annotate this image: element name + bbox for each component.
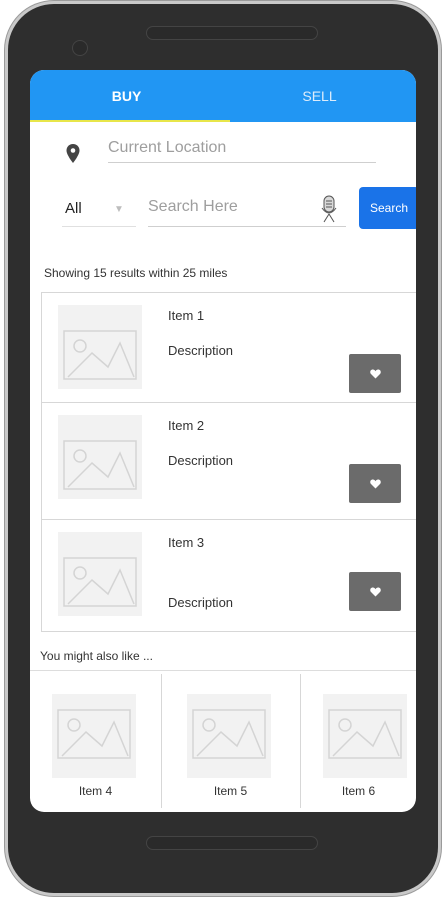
list-item[interactable]: Item 2 Description xyxy=(42,402,416,512)
list-item[interactable]: Item 1 Description xyxy=(42,293,416,402)
results-summary: Showing 15 results within 25 miles xyxy=(44,266,228,280)
favorite-button[interactable] xyxy=(349,572,401,611)
speaker xyxy=(146,26,318,40)
tab-buy[interactable]: BUY xyxy=(30,70,223,122)
tab-sell[interactable]: SELL xyxy=(223,70,416,122)
heart-icon xyxy=(369,369,381,378)
favorite-button[interactable] xyxy=(349,464,401,503)
app-screen: BUY SELL Current Location All ▼ Search H… xyxy=(30,70,416,812)
favorite-button[interactable] xyxy=(349,354,401,393)
list-item[interactable]: Item 3 Description xyxy=(42,519,416,629)
recommendation-item[interactable]: Item 5 xyxy=(161,674,301,808)
home-bar[interactable] xyxy=(146,836,318,850)
item-description: Description xyxy=(168,453,234,468)
camera xyxy=(72,40,88,56)
results-list: Item 1 Description Item 2 Description It… xyxy=(41,292,416,632)
recommendation-label: Item 6 xyxy=(341,784,376,798)
image-placeholder-icon xyxy=(58,415,142,499)
recommendation-item[interactable]: Item 6 xyxy=(301,674,416,808)
item-title: Item 1 xyxy=(168,308,205,323)
heart-icon xyxy=(369,479,381,488)
category-value: All xyxy=(65,200,82,217)
recommendation-item[interactable]: Item 4 xyxy=(30,674,162,808)
image-placeholder-icon xyxy=(52,694,136,778)
item-title: Item 3 xyxy=(168,535,205,550)
microphone-icon[interactable] xyxy=(320,194,338,224)
active-tab-indicator xyxy=(30,120,230,122)
tab-bar: BUY SELL xyxy=(30,70,416,122)
category-select[interactable]: All ▼ xyxy=(62,194,136,227)
recommendation-label: Item 4 xyxy=(78,784,113,798)
location-pin-icon xyxy=(66,144,80,163)
heart-icon xyxy=(369,587,381,596)
search-button[interactable]: Search xyxy=(359,187,416,229)
chevron-down-icon: ▼ xyxy=(114,204,124,215)
image-placeholder-icon xyxy=(187,694,271,778)
recommendations-heading: You might also like ... xyxy=(40,649,153,663)
divider xyxy=(30,670,416,671)
search-input[interactable]: Search Here xyxy=(148,194,346,227)
image-placeholder-icon xyxy=(58,305,142,389)
search-placeholder: Search Here xyxy=(148,198,238,215)
item-description: Description xyxy=(168,343,234,358)
item-title: Item 2 xyxy=(168,418,205,433)
image-placeholder-icon xyxy=(323,694,407,778)
recommendation-label: Item 5 xyxy=(213,784,248,798)
item-description: Description xyxy=(168,595,234,610)
image-placeholder-icon xyxy=(58,532,142,616)
location-input[interactable]: Current Location xyxy=(108,134,376,163)
